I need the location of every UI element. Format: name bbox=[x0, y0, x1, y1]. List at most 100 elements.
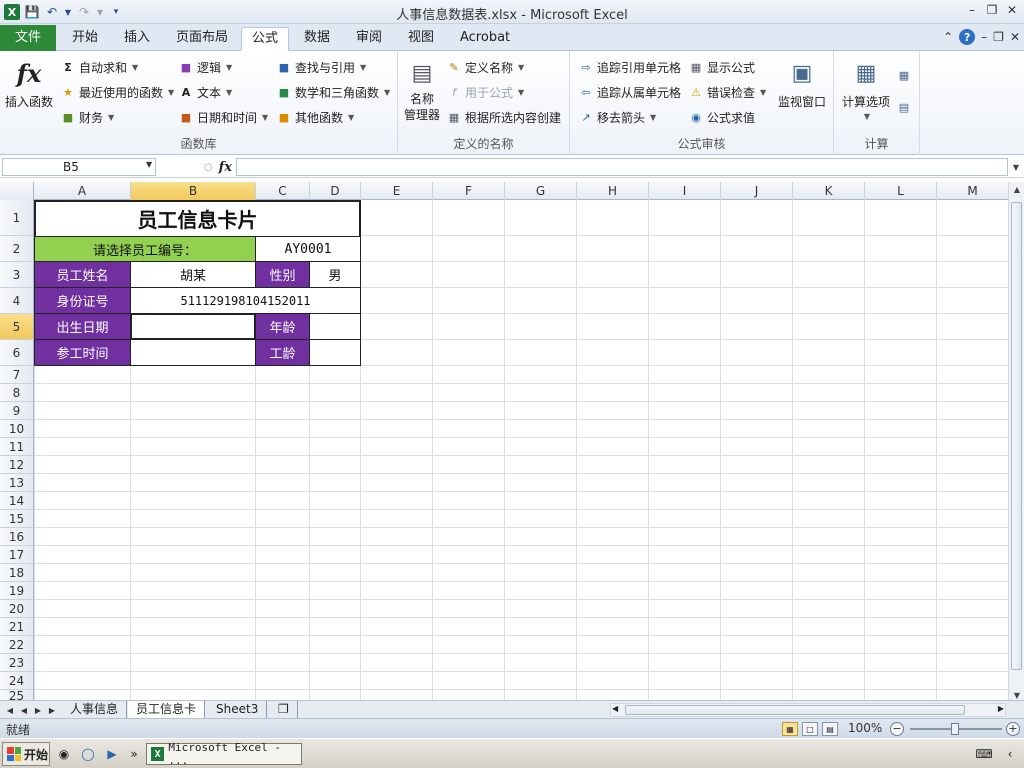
zoom-slider-thumb[interactable] bbox=[951, 723, 959, 735]
name-box[interactable]: B5 bbox=[2, 158, 156, 176]
tray-expand-icon[interactable]: ‹ bbox=[1002, 746, 1018, 762]
column-header[interactable]: D bbox=[310, 182, 361, 200]
horizontal-scroll-thumb[interactable] bbox=[625, 705, 965, 715]
keyboard-icon[interactable]: ⌨ bbox=[975, 746, 992, 762]
tab-insert[interactable]: 插入 bbox=[114, 27, 160, 51]
join-date-label[interactable]: 参工时间 bbox=[34, 339, 131, 366]
age-label[interactable]: 年龄 bbox=[255, 313, 310, 340]
row-header[interactable]: 16 bbox=[0, 528, 34, 546]
normal-view-icon[interactable]: ▦ bbox=[782, 722, 798, 736]
column-header[interactable]: B bbox=[131, 182, 256, 200]
first-sheet-icon[interactable]: ◀ bbox=[4, 703, 16, 717]
row-header[interactable]: 24 bbox=[0, 672, 34, 690]
column-header[interactable]: F bbox=[433, 182, 505, 200]
workbook-close-icon[interactable]: ✕ bbox=[1010, 30, 1020, 44]
minimize-ribbon-icon[interactable]: ⌃ bbox=[943, 30, 953, 44]
customize-toolbar-icon[interactable]: ▾ bbox=[108, 4, 124, 20]
column-header[interactable]: I bbox=[649, 182, 721, 200]
more-quick-launch-icon[interactable]: » bbox=[126, 746, 142, 762]
more-functions-button[interactable]: ■ 其他函数 ▼ bbox=[276, 109, 354, 126]
column-header[interactable]: C bbox=[256, 182, 310, 200]
insert-function-button[interactable]: fx 插入函数 bbox=[4, 57, 54, 110]
error-checking-button[interactable]: ⚠ 错误检查 ▼ bbox=[688, 84, 766, 101]
calculate-sheet-button[interactable]: ▤ bbox=[896, 99, 912, 115]
help-icon[interactable]: ? bbox=[959, 29, 976, 45]
row-header[interactable]: 23 bbox=[0, 654, 34, 672]
row-header[interactable]: 17 bbox=[0, 546, 34, 564]
row-header[interactable]: 11 bbox=[0, 438, 34, 456]
column-header[interactable]: A bbox=[34, 182, 131, 200]
zoom-in-icon[interactable]: + bbox=[1006, 722, 1020, 736]
scroll-right-icon[interactable]: ▶ bbox=[998, 704, 1004, 713]
define-name-button[interactable]: ✎ 定义名称 ▼ bbox=[446, 59, 524, 76]
row-header[interactable]: 13 bbox=[0, 474, 34, 492]
gender-label[interactable]: 性别 bbox=[255, 261, 310, 288]
row-header[interactable]: 9 bbox=[0, 402, 34, 420]
birth-date-value[interactable] bbox=[130, 313, 256, 340]
start-button[interactable]: 开始 bbox=[2, 742, 50, 766]
recent-functions-button[interactable]: ★ 最近使用的函数 ▼ bbox=[60, 84, 174, 101]
column-header[interactable]: G bbox=[505, 182, 577, 200]
horizontal-scrollbar[interactable]: ◀ ▶ bbox=[610, 703, 1006, 717]
employee-id-cell[interactable]: AY0001 bbox=[255, 236, 361, 262]
trace-precedents-button[interactable]: ⇨ 追踪引用单元格 bbox=[578, 59, 681, 76]
tab-review[interactable]: 审阅 bbox=[346, 27, 392, 51]
quick-launch-icon[interactable]: ◉ bbox=[56, 746, 72, 762]
column-header[interactable]: K bbox=[793, 182, 865, 200]
last-sheet-icon[interactable]: ▶ bbox=[46, 703, 58, 717]
undo-dropdown-icon[interactable]: ▼ bbox=[64, 4, 72, 20]
trace-dependents-button[interactable]: ⇦ 追踪从属单元格 bbox=[578, 84, 681, 101]
vertical-scrollbar[interactable]: ▲ ▼ bbox=[1008, 182, 1024, 702]
row-header[interactable]: 7 bbox=[0, 366, 34, 384]
expand-formula-bar-icon[interactable]: ▼ bbox=[1010, 159, 1022, 175]
math-trig-button[interactable]: ■ 数学和三角函数 ▼ bbox=[276, 84, 390, 101]
row-header[interactable]: 12 bbox=[0, 456, 34, 474]
column-header[interactable]: E bbox=[361, 182, 433, 200]
zoom-level[interactable]: 100% bbox=[848, 721, 882, 735]
tab-file[interactable]: 文件 bbox=[0, 25, 56, 51]
vertical-scroll-thumb[interactable] bbox=[1011, 202, 1022, 670]
restore-icon[interactable]: ❐ bbox=[984, 2, 1000, 18]
row-header[interactable]: 3 bbox=[0, 262, 34, 288]
page-layout-view-icon[interactable]: □ bbox=[802, 722, 818, 736]
seniority-label[interactable]: 工龄 bbox=[255, 339, 310, 366]
name-box-dropdown-icon[interactable]: ▼ bbox=[146, 160, 152, 169]
employee-name-label[interactable]: 员工姓名 bbox=[34, 261, 131, 288]
cell-area[interactable]: 员工信息卡片 请选择员工编号： AY0001 员工姓名 胡某 性别 男 身份证号… bbox=[34, 200, 1008, 702]
name-manager-button[interactable]: ▤ 名称 管理器 bbox=[402, 57, 442, 123]
row-header[interactable]: 1 bbox=[0, 200, 34, 236]
row-header[interactable]: 20 bbox=[0, 600, 34, 618]
watch-window-button[interactable]: ▣ 监视窗口 bbox=[774, 57, 830, 110]
row-header[interactable]: 15 bbox=[0, 510, 34, 528]
formula-bar-resize-icon[interactable]: ○ bbox=[204, 162, 213, 173]
column-header[interactable]: J bbox=[721, 182, 793, 200]
column-header[interactable]: M bbox=[937, 182, 1008, 200]
row-header[interactable]: 5 bbox=[0, 314, 34, 340]
sheet-tab-active[interactable]: 员工信息卡 bbox=[128, 701, 206, 718]
tab-page-layout[interactable]: 页面布局 bbox=[166, 27, 238, 51]
formula-input[interactable] bbox=[236, 158, 1008, 176]
taskbar-excel-button[interactable]: X Microsoft Excel - ... bbox=[146, 741, 302, 767]
id-number-value[interactable]: 511129198104152011 bbox=[130, 287, 361, 314]
scroll-up-icon[interactable]: ▲ bbox=[1009, 182, 1024, 196]
insert-function-fx-icon[interactable]: fx bbox=[219, 160, 232, 175]
row-header[interactable]: 18 bbox=[0, 564, 34, 582]
undo-icon[interactable]: ↶ bbox=[44, 4, 60, 20]
row-header[interactable]: 14 bbox=[0, 492, 34, 510]
column-header[interactable]: H bbox=[577, 182, 649, 200]
select-employee-prompt[interactable]: 请选择员工编号： bbox=[34, 236, 256, 262]
scroll-left-icon[interactable]: ◀ bbox=[612, 704, 618, 713]
sheet-tab[interactable]: Sheet3 bbox=[208, 701, 268, 718]
evaluate-formula-button[interactable]: ◉ 公式求值 bbox=[688, 109, 755, 126]
media-icon[interactable]: ▶ bbox=[104, 746, 120, 762]
browser-icon[interactable]: ◯ bbox=[80, 746, 96, 762]
birth-date-label[interactable]: 出生日期 bbox=[34, 313, 131, 340]
redo-dropdown-icon[interactable]: ▼ bbox=[96, 4, 104, 20]
age-value[interactable] bbox=[309, 313, 361, 340]
calculate-now-button[interactable]: ▦ bbox=[896, 67, 912, 83]
save-icon[interactable]: 💾 bbox=[24, 4, 40, 20]
join-date-value[interactable] bbox=[130, 339, 256, 366]
financial-button[interactable]: ■ 财务 ▼ bbox=[60, 109, 114, 126]
column-header[interactable]: L bbox=[865, 182, 937, 200]
remove-arrows-button[interactable]: ↗ 移去箭头 ▼ bbox=[578, 109, 656, 126]
